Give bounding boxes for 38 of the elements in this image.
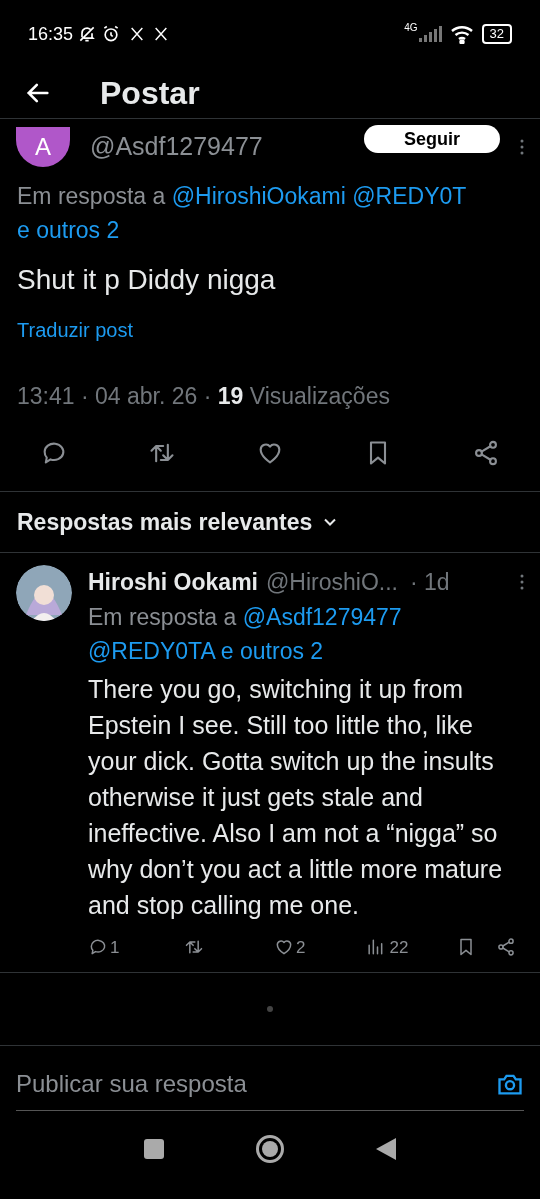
reply-context: Em resposta a @Asdf1279477 @REDY0TA e outros 2 xyxy=(88,602,403,666)
user-avatar[interactable] xyxy=(16,565,72,621)
reply-count-button[interactable]: 1 xyxy=(88,934,184,960)
x-logo-icon xyxy=(129,26,146,42)
mention-link[interactable]: @REDY0TA xyxy=(88,637,215,664)
home-nav-button[interactable] xyxy=(256,1135,284,1163)
follow-button[interactable]: Seguir xyxy=(364,125,500,153)
user-handle[interactable]: @Asdf1279477 xyxy=(90,128,263,166)
reply-age: · 1d xyxy=(409,568,450,597)
user-handle[interactable]: @HiroshiO... xyxy=(266,565,398,600)
more-options-icon[interactable] xyxy=(520,574,524,591)
network-type: 4G xyxy=(404,21,418,35)
more-options-icon[interactable] xyxy=(520,139,524,155)
reply-text: There you go, switching it up from Epstein I see. Still too little tho, like your dick. Gotta switch up the insults otherwise it just gets stale and ineffective. Also I am not a “nigga” so why don’t you act a little more mature and stop calling me one. xyxy=(88,673,504,921)
signal-icon xyxy=(417,26,442,42)
views-count-button[interactable]: 22 xyxy=(365,934,409,960)
post-timestamp: 13:41 · 04 abr. 26 · 19 Visualizações xyxy=(17,382,391,411)
mention-link[interactable]: @Asdf1279477 xyxy=(242,603,402,630)
sort-replies-dropdown[interactable]: Respostas mais relevantes xyxy=(0,492,358,552)
mention-link[interactable]: @HiroshiOokami xyxy=(171,183,353,209)
share-icon[interactable] xyxy=(496,937,516,958)
mention-link[interactable]: @REDY0T xyxy=(352,183,467,209)
battery-indicator: 32 xyxy=(481,24,512,44)
mention-link[interactable]: e outros 2 xyxy=(220,637,324,664)
clock-time: 16:35 xyxy=(28,22,74,46)
mention-link[interactable]: e outros 2 xyxy=(17,213,120,247)
post-text: Shut it p Diddy nigga xyxy=(17,263,277,297)
page-title: Postar xyxy=(100,74,200,113)
reply-context: Em resposta a @HiroshiOokami @REDY0T xyxy=(17,182,468,211)
wifi-icon xyxy=(449,24,474,44)
like-count-button[interactable]: 2 xyxy=(274,934,306,960)
reply-input-field[interactable]: Publicar sua resposta xyxy=(16,1066,496,1102)
back-nav-button[interactable] xyxy=(376,1137,396,1161)
share-icon[interactable] xyxy=(472,439,500,467)
user-name[interactable]: Hiroshi Ookami xyxy=(88,565,258,600)
translate-link[interactable]: Traduzir post xyxy=(17,313,133,347)
x-logo-icon xyxy=(153,26,170,42)
user-avatar[interactable]: A xyxy=(16,127,70,167)
